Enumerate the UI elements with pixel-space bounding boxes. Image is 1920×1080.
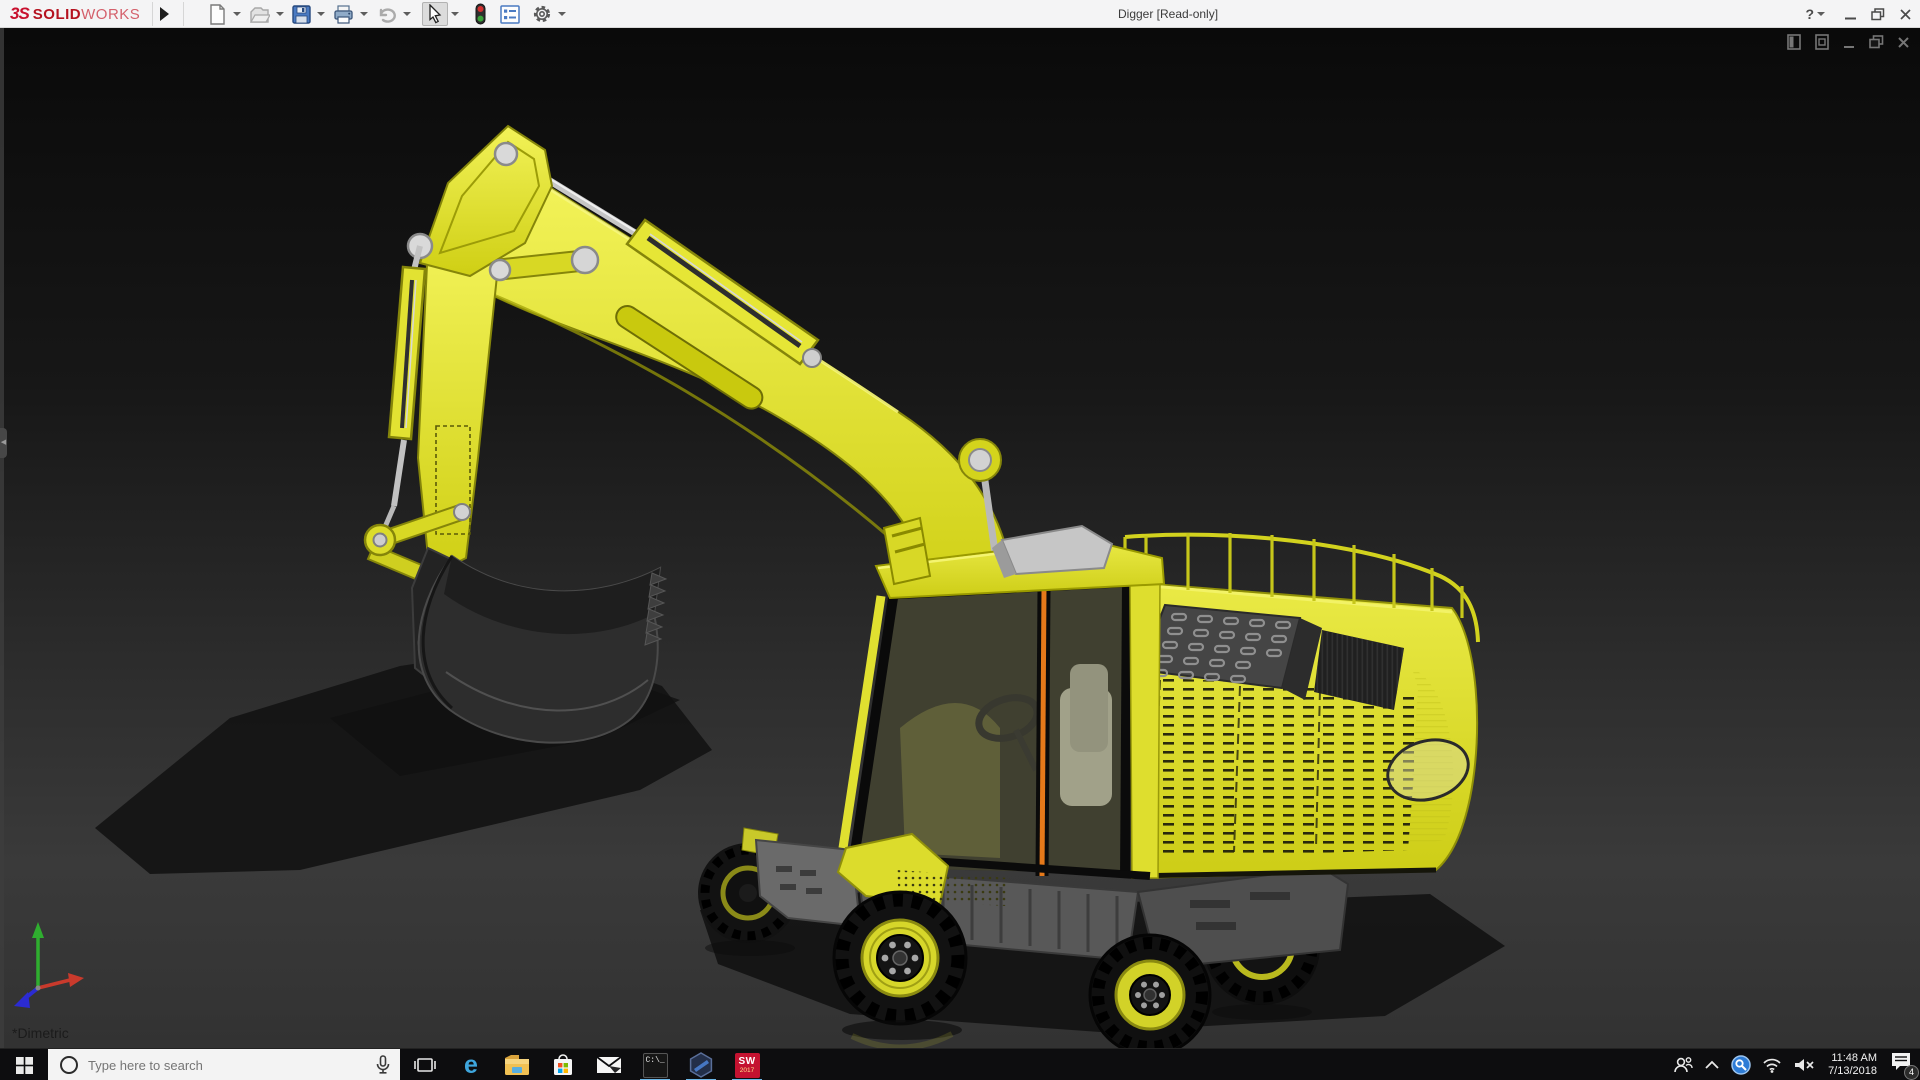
select-caret-icon[interactable]: [451, 12, 459, 16]
wheel-front-right[interactable]: [1088, 933, 1212, 1048]
clock-date: 7/13/2018: [1828, 1065, 1877, 1077]
undo-caret-icon[interactable]: [403, 12, 411, 16]
open-button[interactable]: [246, 2, 273, 26]
clock-time: 11:48 AM: [1831, 1052, 1877, 1064]
store-icon: [554, 1054, 572, 1075]
mail-icon: [596, 1056, 622, 1073]
feature-pane-alt-icon[interactable]: [1815, 34, 1830, 50]
wheel-front-left[interactable]: [832, 890, 968, 1026]
3d-viewport[interactable]: *Dimetric: [0, 28, 1920, 1048]
taskbar-clock[interactable]: 11:48 AM 7/13/2018: [1828, 1052, 1877, 1078]
print-button[interactable]: [330, 2, 357, 26]
taskbar-item-command-prompt[interactable]: C:\_: [632, 1049, 678, 1080]
feature-panel-expand-tab[interactable]: ◀: [0, 428, 7, 458]
minimize-button[interactable]: [1844, 8, 1857, 21]
edrawings-hexagon-icon: [689, 1052, 713, 1078]
open-folder-icon: [249, 6, 270, 23]
select-cursor-icon: [429, 4, 442, 24]
cab-glass: [852, 580, 1158, 874]
door-stripe: [1039, 587, 1047, 877]
doc-minimize-button[interactable]: [1843, 36, 1856, 49]
menu-flyout-arrow-icon[interactable]: [160, 7, 169, 21]
graphics-area[interactable]: *Dimetric ◀: [0, 28, 1920, 1048]
brand-works-text: WORKS: [81, 5, 141, 23]
people-icon[interactable]: [1673, 1056, 1693, 1074]
task-view-button[interactable]: [402, 1049, 448, 1080]
taskbar-item-edrawings[interactable]: [678, 1049, 724, 1080]
gear-icon: [533, 5, 551, 23]
ds-logo-icon: 3S: [10, 4, 30, 23]
solidworks-icon: SW 2017: [734, 1052, 760, 1078]
save-icon: [292, 4, 311, 24]
print-caret-icon[interactable]: [360, 12, 368, 16]
cab[interactable]: [836, 516, 1166, 906]
window-title: Digger [Read-only]: [1118, 7, 1219, 21]
solidworks-logo: 3S SOLID WORKS: [10, 3, 140, 25]
wifi-icon[interactable]: [1762, 1057, 1782, 1073]
new-document-icon: [210, 3, 225, 25]
open-caret-icon[interactable]: [276, 12, 284, 16]
notification-badge: 4: [1904, 1065, 1919, 1080]
volume-muted-icon[interactable]: [1793, 1057, 1815, 1073]
show-hidden-icons-chevron[interactable]: [1704, 1060, 1720, 1070]
title-bar: 3S SOLID WORKS Digger [Read-only] ?: [0, 0, 1920, 28]
taskbar-item-solidworks[interactable]: SW 2017: [724, 1049, 770, 1080]
traffic-light-icon: [475, 3, 486, 25]
help-button[interactable]: ?: [1805, 6, 1814, 22]
divider: [152, 2, 153, 26]
taskbar-search[interactable]: [48, 1049, 400, 1080]
task-view-icon: [414, 1058, 436, 1072]
search-input[interactable]: [48, 1049, 400, 1080]
options-button[interactable]: [529, 2, 555, 26]
display-properties-button[interactable]: [497, 2, 523, 26]
start-button[interactable]: [0, 1049, 48, 1080]
new-document-button[interactable]: [205, 2, 230, 26]
taskbar-item-file-explorer[interactable]: [494, 1049, 540, 1080]
quick-toolbar: [205, 2, 571, 26]
new-document-caret-icon[interactable]: [233, 12, 241, 16]
taskbar-item-edge[interactable]: e: [448, 1049, 494, 1080]
elbow-pivot: [968, 448, 992, 472]
doc-restore-button[interactable]: [1869, 35, 1884, 49]
brand-solid-text: SOLID: [32, 5, 82, 23]
options-caret-icon[interactable]: [558, 12, 566, 16]
document-window-controls: [1787, 34, 1910, 50]
undo-icon: [379, 7, 396, 23]
windows-logo-icon: [15, 1056, 33, 1074]
system-tray: 11:48 AM 7/13/2018 4: [1673, 1049, 1919, 1080]
rebuild-button[interactable]: [470, 2, 491, 26]
action-center-button[interactable]: 4: [1890, 1052, 1919, 1080]
edge-icon: e: [464, 1050, 478, 1079]
help-caret-icon[interactable]: [1817, 12, 1825, 16]
divider: [183, 2, 184, 26]
command-prompt-icon: C:\_: [642, 1052, 668, 1078]
list-properties-icon: [500, 4, 520, 24]
solidworks-monitor-tray-icon[interactable]: [1731, 1055, 1751, 1075]
feature-pane-icon[interactable]: [1787, 34, 1802, 50]
doc-close-button[interactable]: [1897, 36, 1910, 49]
restore-button[interactable]: [1871, 7, 1885, 21]
solidworks-window: 3S SOLID WORKS Digger [Read-only] ? *Dim…: [0, 0, 1920, 1080]
windows-taskbar: e: [0, 1048, 1920, 1080]
save-button[interactable]: [289, 2, 314, 26]
undo-button[interactable]: [373, 2, 400, 26]
taskbar-item-store[interactable]: [540, 1049, 586, 1080]
feature-panel-edge: [0, 28, 4, 1048]
print-icon: [334, 4, 353, 24]
close-button[interactable]: [1899, 8, 1912, 21]
taskbar-item-mail[interactable]: [586, 1049, 632, 1080]
view-orientation-label: *Dimetric: [12, 1025, 69, 1041]
microphone-icon[interactable]: [374, 1055, 392, 1075]
taskbar-apps: e C:\_ SW 2017: [402, 1049, 770, 1080]
save-caret-icon[interactable]: [317, 12, 325, 16]
file-explorer-icon: [505, 1055, 529, 1075]
select-tool-button[interactable]: [422, 2, 448, 26]
